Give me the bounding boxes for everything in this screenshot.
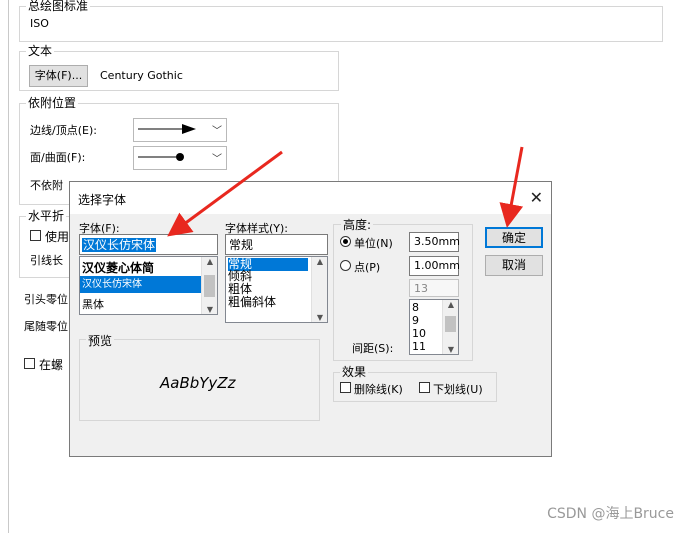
- select-font-dialog: 选择字体 ✕ 字体(F): 汉仪长仿宋体 汉仪菱心体简 汉仪长仿宋体 黑体 ▲ …: [69, 181, 552, 457]
- chevron-down-icon: ﹀: [212, 126, 222, 137]
- drawing-standard-title: 总绘图标准: [26, 0, 91, 14]
- scroll-down-icon[interactable]: ▼: [202, 305, 217, 314]
- tail-zero-label: 尾随零位: [24, 320, 68, 333]
- font-style-item[interactable]: 粗偏斜体: [228, 296, 276, 309]
- attach-position-title: 依附位置: [26, 94, 79, 111]
- points-height-input[interactable]: 1.00mm: [409, 256, 460, 276]
- left-divider: [8, 0, 9, 533]
- points-label: 点(P): [354, 261, 381, 274]
- font-list-scrollbar[interactable]: ▲ ▼: [201, 257, 217, 314]
- font-style-input[interactable]: 常规: [225, 234, 328, 255]
- font-list-item[interactable]: 黑体: [82, 296, 104, 312]
- font-list-item-selected[interactable]: 汉仪长仿宋体: [80, 276, 204, 293]
- leader-label: 引线长: [30, 254, 63, 267]
- ok-button[interactable]: 确定: [485, 227, 543, 248]
- point-size-item[interactable]: 11: [412, 341, 426, 353]
- units-radio[interactable]: [340, 236, 351, 247]
- point-size-item[interactable]: 9: [412, 315, 419, 327]
- watermark: CSDN @海上Bruce: [547, 506, 674, 522]
- effects-title: 效果: [340, 363, 369, 380]
- scroll-thumb[interactable]: [445, 316, 456, 332]
- no-attach-label: 不依附: [30, 179, 63, 192]
- underline-label: 下划线(U): [433, 383, 483, 396]
- units-height-input[interactable]: 3.50mm: [409, 232, 460, 252]
- units-label: 单位(N): [354, 237, 393, 250]
- point-size-item[interactable]: 8: [412, 302, 419, 314]
- drawing-standard-value: ISO: [30, 17, 49, 30]
- use-label: 使用: [45, 230, 70, 244]
- underline-checkbox[interactable]: [419, 382, 430, 393]
- dot-arrow-icon: [138, 153, 184, 161]
- scroll-up-icon[interactable]: ▲: [202, 257, 217, 266]
- scroll-down-icon[interactable]: ▼: [312, 313, 327, 322]
- points-radio[interactable]: [340, 260, 351, 271]
- text-group-title: 文本: [26, 42, 55, 59]
- horizontal-group: [19, 216, 71, 278]
- font-style-scrollbar[interactable]: ▲ ▼: [311, 257, 327, 322]
- bolt-checkbox[interactable]: [24, 358, 35, 369]
- use-checkbox[interactable]: [30, 230, 41, 241]
- scroll-up-icon[interactable]: ▲: [443, 300, 458, 309]
- font-list-item[interactable]: 汉仪菱心体简: [82, 259, 154, 276]
- edge-vertex-label: 边线/顶点(E):: [30, 124, 97, 137]
- face-arrow-select[interactable]: ﹀: [133, 146, 227, 170]
- font-style-list[interactable]: 常规 倾斜 粗体 粗偏斜体 ▲ ▼: [225, 256, 328, 323]
- spacing-label: 间距(S):: [352, 342, 394, 355]
- dialog-titlebar: 选择字体 ✕: [70, 182, 551, 214]
- filled-arrow-icon: [138, 124, 196, 134]
- point-size-item[interactable]: 10: [412, 328, 426, 340]
- face-label: 面/曲面(F):: [30, 151, 86, 164]
- point-size-scrollbar[interactable]: ▲ ▼: [442, 300, 458, 354]
- drawing-standard-group: [19, 6, 663, 42]
- horizontal-group-title: 水平折: [26, 207, 67, 224]
- font-input-text: 汉仪长仿宋体: [82, 238, 157, 252]
- cancel-button[interactable]: 取消: [485, 255, 543, 276]
- chevron-down-icon: ﹀: [212, 154, 222, 165]
- scroll-thumb[interactable]: [204, 275, 215, 297]
- strikeout-checkbox[interactable]: [340, 382, 351, 393]
- preview-title: 预览: [86, 332, 115, 349]
- scroll-down-icon[interactable]: ▼: [443, 345, 458, 354]
- point-size-list[interactable]: 8 9 10 11 ▲ ▼: [409, 299, 459, 355]
- dialog-title: 选择字体: [78, 193, 127, 207]
- bolt-label: 在螺: [39, 358, 64, 372]
- height-group-title: 高度:: [341, 216, 374, 233]
- font-button[interactable]: 字体(F)...: [29, 65, 88, 87]
- leader-zero-label: 引头零位: [24, 293, 68, 306]
- strikeout-label: 删除线(K): [354, 383, 403, 396]
- font-name: Century Gothic: [100, 69, 183, 82]
- close-icon[interactable]: ✕: [530, 188, 543, 207]
- edge-vertex-arrow-select[interactable]: ﹀: [133, 118, 227, 142]
- font-list[interactable]: 汉仪菱心体简 汉仪长仿宋体 黑体 ▲ ▼: [79, 256, 218, 315]
- point-size-input[interactable]: 13: [409, 279, 459, 297]
- scroll-up-icon[interactable]: ▲: [312, 257, 327, 266]
- preview-text: AaBbYyZz: [160, 374, 236, 392]
- font-name-input[interactable]: 汉仪长仿宋体: [79, 234, 218, 255]
